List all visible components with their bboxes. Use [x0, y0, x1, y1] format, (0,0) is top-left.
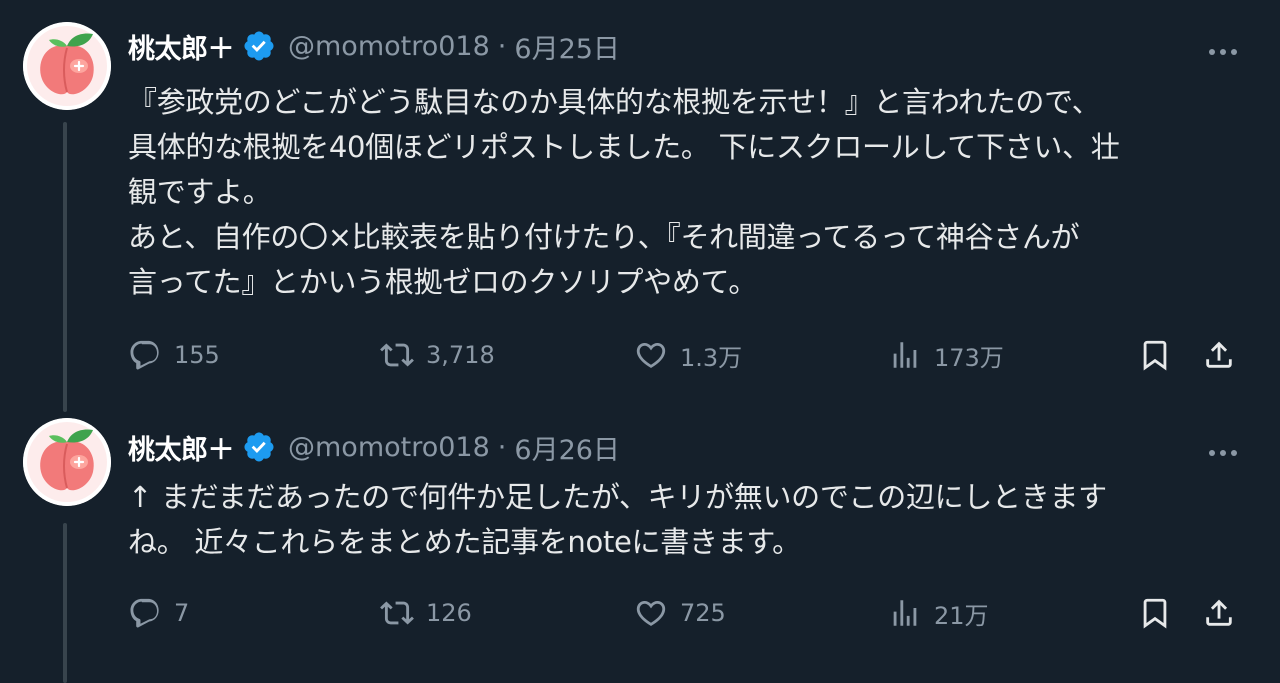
tweet-date[interactable]: 6月26日 [514, 428, 620, 467]
views-icon [893, 600, 917, 626]
reply-button[interactable]: 7 [128, 591, 189, 635]
tweet-text-line: 観ですよ。 [128, 175, 272, 209]
retweet-button[interactable]: 3,718 [380, 333, 495, 377]
reply-icon [130, 340, 159, 370]
thread-connector-line [63, 523, 67, 683]
like-count: 725 [680, 599, 726, 627]
tweet-header: 桃太郎＋ @momotro018 · 6月25日 [128, 24, 620, 68]
views-icon [893, 342, 917, 368]
display-name[interactable]: 桃太郎＋ [128, 27, 235, 66]
tweet-text-line: 具体的な根拠を40個ほどリポストしました。 下にスクロールして下さい、壮 [128, 130, 1120, 164]
verified-badge-icon[interactable] [242, 29, 276, 63]
separator-dot: · [497, 431, 507, 463]
like-button[interactable]: 1.3万 [634, 333, 742, 377]
bookmark-button[interactable] [1138, 591, 1172, 635]
more-horizontal-icon[interactable] [1198, 32, 1248, 72]
like-button[interactable]: 725 [634, 591, 726, 635]
views-button[interactable]: 21万 [888, 591, 989, 635]
tweet-text-line: ↑ まだまだあったので何件か足したが、キリが無いのでこの辺にしときます [128, 480, 1107, 514]
verified-badge-icon[interactable] [242, 430, 276, 464]
peach-avatar-icon [23, 22, 111, 110]
share-icon [1206, 599, 1232, 626]
retweet-count: 126 [426, 599, 472, 627]
retweet-button[interactable]: 126 [380, 591, 472, 635]
share-button[interactable] [1202, 333, 1236, 377]
reply-count: 7 [174, 599, 190, 627]
tweet-text-line: あと、自作の〇×比較表を貼り付けたり、『それ間違ってるって神谷さんが [128, 220, 1080, 254]
reply-button[interactable]: 155 [128, 333, 220, 377]
tweet-header: 桃太郎＋ @momotro018 · 6月26日 [128, 425, 620, 469]
tweet-text-line: ね。 近々これらをまとめた記事をnoteに書きます。 [128, 525, 801, 559]
tweet-text: ↑ まだまだあったので何件か足したが、キリが無いのでこの辺にしときます ね。 近… [128, 475, 1243, 565]
tweet-actions: 7 126 725 21万 [128, 591, 1248, 635]
reply-count: 155 [174, 341, 220, 369]
tweet-date[interactable]: 6月25日 [514, 27, 620, 66]
views-button[interactable]: 173万 [888, 333, 1004, 377]
like-count: 1.3万 [680, 343, 743, 372]
peach-avatar-icon [23, 418, 111, 506]
tweet-actions: 155 3,718 1.3万 173万 [128, 333, 1248, 377]
bookmark-icon [1143, 598, 1167, 629]
avatar[interactable] [23, 22, 111, 110]
tweet-text-line: 言ってた』とかいう根拠ゼロのクソリプやめて。 [128, 265, 758, 299]
display-name[interactable]: 桃太郎＋ [128, 428, 235, 467]
thread-connector-line [63, 122, 67, 412]
bookmark-button[interactable] [1138, 333, 1172, 377]
more-horizontal-icon[interactable] [1198, 433, 1248, 473]
share-icon [1206, 341, 1232, 368]
bookmark-icon [1143, 340, 1167, 371]
user-handle[interactable]: @momotro018 [288, 432, 490, 463]
heart-icon [636, 600, 666, 626]
avatar[interactable] [23, 418, 111, 506]
separator-dot: · [497, 30, 507, 62]
reply-icon [130, 598, 159, 628]
share-button[interactable] [1202, 591, 1236, 635]
user-handle[interactable]: @momotro018 [288, 31, 490, 62]
tweet[interactable]: 桃太郎＋ @momotro018 · 6月25日 『参政党のどこがどう駄目なのか… [0, 0, 1280, 412]
tweet-text: 『参政党のどこがどう駄目なのか具体的な根拠を示せ！』と言われたので、 具体的な根… [128, 80, 1243, 305]
views-count: 173万 [934, 343, 1004, 372]
retweet-count: 3,718 [426, 341, 495, 369]
tweet-text-line: 『参政党のどこがどう駄目なのか具体的な根拠を示せ！』と言われたので、 [128, 85, 1101, 119]
retweet-icon [380, 601, 414, 625]
retweet-icon [380, 343, 414, 367]
tweet[interactable]: 桃太郎＋ @momotro018 · 6月26日 ↑ まだまだあったので何件か足… [0, 405, 1280, 683]
views-count: 21万 [934, 601, 989, 630]
heart-icon [636, 342, 666, 368]
